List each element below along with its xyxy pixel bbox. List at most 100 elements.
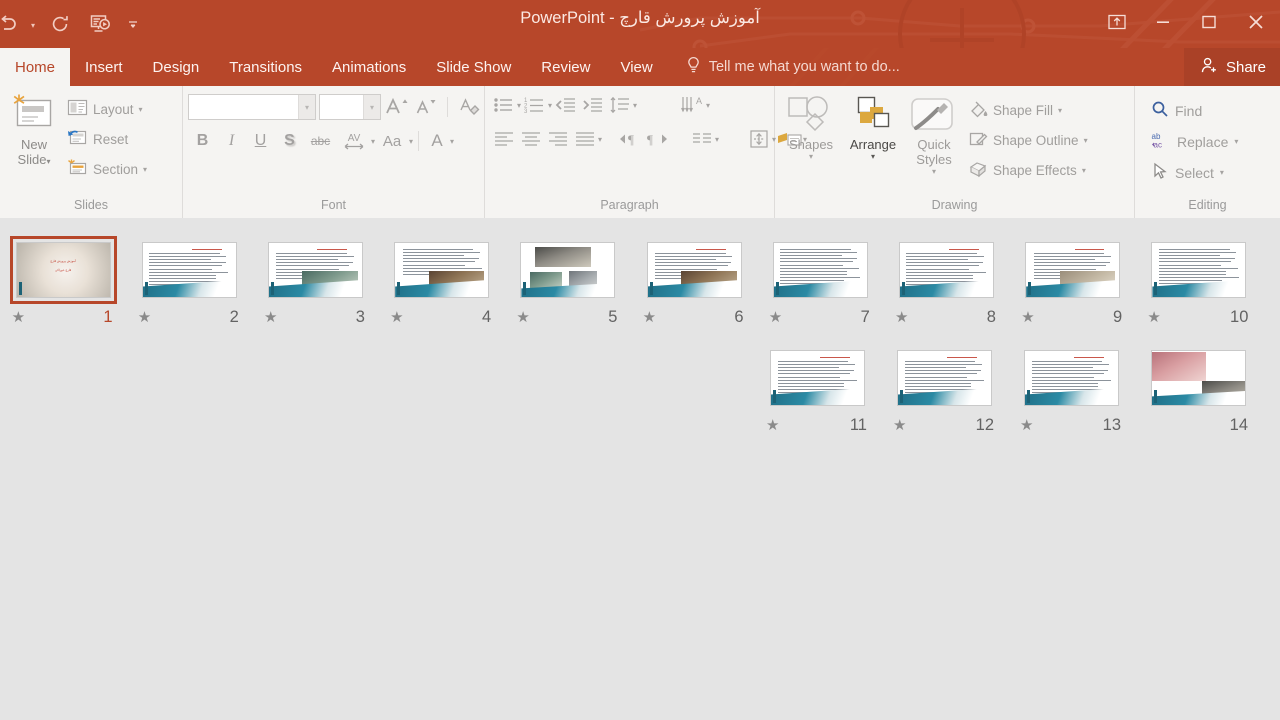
- slide-thumbnail-13[interactable]: ★ 13: [1008, 344, 1135, 438]
- font-name-input[interactable]: [189, 95, 298, 119]
- slide-thumbnail-9[interactable]: ★ 9: [1010, 236, 1136, 330]
- slide-preview[interactable]: [770, 350, 865, 406]
- share-button[interactable]: Share: [1183, 48, 1280, 86]
- bullets-icon[interactable]: [490, 90, 517, 120]
- slide-thumbnail-8[interactable]: ★ 8: [883, 236, 1009, 330]
- slide-thumbnail-frame[interactable]: [514, 236, 621, 304]
- tell-me-search-box[interactable]: Tell me what you want to do...: [668, 48, 900, 86]
- animation-star-icon[interactable]: ★: [766, 418, 779, 433]
- animation-star-icon[interactable]: ★: [1147, 310, 1160, 325]
- layout-button[interactable]: Layout ▾: [63, 94, 151, 124]
- slide-thumbnail-10[interactable]: ★ 10: [1136, 236, 1262, 330]
- clear-formatting-icon[interactable]: [456, 93, 482, 121]
- slide-preview[interactable]: آموزش پرورش قارچ قارچ خوراکی: [15, 242, 111, 298]
- slide-thumbnail-frame[interactable]: [1019, 236, 1126, 304]
- find-button[interactable]: Find: [1147, 95, 1242, 126]
- slide-preview[interactable]: [141, 242, 237, 298]
- slide-thumbnail-frame[interactable]: [764, 344, 871, 412]
- slide-preview[interactable]: [267, 242, 363, 298]
- quick-styles-button[interactable]: Quick Styles ▾: [904, 90, 964, 176]
- slide-preview[interactable]: [897, 350, 992, 406]
- slide-preview[interactable]: [1025, 242, 1121, 298]
- tab-design[interactable]: Design: [138, 48, 215, 86]
- slide-thumbnail-frame[interactable]: [388, 236, 495, 304]
- tab-review[interactable]: Review: [526, 48, 605, 86]
- align-right-icon[interactable]: [544, 124, 571, 154]
- slide-preview[interactable]: [898, 242, 994, 298]
- text-direction-caret-icon[interactable]: ▾: [706, 101, 710, 110]
- decrease-indent-icon[interactable]: [552, 90, 579, 120]
- align-text-icon[interactable]: [745, 124, 772, 154]
- slide-thumbnail-panel[interactable]: ★ 10 ★ 9 ★ 8 ★ 7 ★ 6 ★ 5 ★ 4 ★ 3 ★ 2 آموزش پرورش قارچ قارچ …: [0, 218, 1280, 720]
- numbering-icon[interactable]: 1 2 3: [521, 90, 548, 120]
- tab-transitions[interactable]: Transitions: [214, 48, 317, 86]
- increase-font-size-icon[interactable]: [384, 93, 410, 121]
- tab-insert[interactable]: Insert: [70, 48, 138, 86]
- align-center-icon[interactable]: [517, 124, 544, 154]
- line-spacing-caret-icon[interactable]: ▾: [633, 101, 637, 110]
- ribbon-display-options-icon[interactable]: [1094, 0, 1140, 44]
- slide-thumbnail-12[interactable]: ★ 12: [881, 344, 1008, 438]
- character-spacing-icon[interactable]: AV: [337, 126, 371, 156]
- replace-button[interactable]: ab ac Replace ▾: [1147, 126, 1242, 157]
- new-slide-button[interactable]: New Slide▾: [5, 90, 63, 169]
- font-size-input[interactable]: [320, 95, 363, 119]
- slide-preview[interactable]: [1151, 242, 1247, 298]
- font-name-combobox[interactable]: ▾: [188, 94, 316, 120]
- font-color-caret-icon[interactable]: ▾: [450, 137, 454, 146]
- animation-star-icon[interactable]: ★: [516, 310, 529, 325]
- select-button[interactable]: Select ▾: [1147, 157, 1242, 188]
- animation-star-icon[interactable]: ★: [1020, 418, 1033, 433]
- tab-home[interactable]: Home: [0, 48, 71, 86]
- font-name-chevron-down-icon[interactable]: ▾: [298, 95, 315, 119]
- slide-thumbnail-frame[interactable]: [136, 236, 243, 304]
- animation-star-icon[interactable]: ★: [390, 310, 403, 325]
- text-shadow-icon[interactable]: S: [275, 126, 304, 156]
- font-size-combobox[interactable]: ▾: [319, 94, 381, 120]
- slide-preview[interactable]: [772, 242, 868, 298]
- slide-thumbnail-frame[interactable]: [1145, 236, 1252, 304]
- slide-thumbnail-frame[interactable]: [262, 236, 369, 304]
- animation-star-icon[interactable]: ★: [264, 310, 277, 325]
- slide-thumbnail-4[interactable]: ★ 4: [379, 236, 505, 330]
- slide-preview[interactable]: [394, 242, 490, 298]
- slide-thumbnail-frame[interactable]: [891, 344, 998, 412]
- minimize-icon[interactable]: [1140, 0, 1186, 44]
- slide-thumbnail-6[interactable]: ★ 6: [631, 236, 757, 330]
- slide-thumbnail-5[interactable]: ★ 5: [505, 236, 631, 330]
- font-color-icon[interactable]: A: [424, 126, 450, 156]
- ltr-text-direction-icon[interactable]: ¶: [616, 124, 643, 154]
- slide-preview[interactable]: [520, 242, 616, 298]
- slide-thumbnail-frame[interactable]: [1018, 344, 1125, 412]
- bold-icon[interactable]: B: [188, 126, 217, 156]
- slide-thumbnail-14[interactable]: ★14: [1135, 344, 1262, 438]
- section-button[interactable]: Section ▾: [63, 154, 151, 184]
- tab-view[interactable]: View: [605, 48, 667, 86]
- animation-star-icon[interactable]: ★: [12, 310, 25, 325]
- italic-icon[interactable]: I: [217, 126, 246, 156]
- columns-caret-icon[interactable]: ▾: [715, 135, 719, 144]
- font-size-chevron-down-icon[interactable]: ▾: [363, 95, 380, 119]
- slide-thumbnail-frame[interactable]: [641, 236, 748, 304]
- slide-thumbnail-frame[interactable]: [767, 236, 874, 304]
- align-left-icon[interactable]: [490, 124, 517, 154]
- reset-button[interactable]: Reset: [63, 124, 151, 154]
- justify-icon[interactable]: [571, 124, 598, 154]
- slide-thumbnail-frame[interactable]: [893, 236, 1000, 304]
- close-icon[interactable]: [1232, 0, 1280, 44]
- columns-icon[interactable]: [688, 124, 715, 154]
- animation-star-icon[interactable]: ★: [643, 310, 656, 325]
- shape-outline-button[interactable]: Shape Outline ▾: [964, 125, 1092, 155]
- slide-preview[interactable]: [1151, 350, 1246, 406]
- shape-fill-button[interactable]: Shape Fill ▾: [964, 95, 1092, 125]
- animation-star-icon[interactable]: ★: [138, 310, 151, 325]
- tab-slide-show[interactable]: Slide Show: [421, 48, 526, 86]
- slide-thumbnail-2[interactable]: ★ 2: [126, 236, 252, 330]
- animation-star-icon[interactable]: ★: [769, 310, 782, 325]
- shape-effects-button[interactable]: Shape Effects ▾: [964, 155, 1092, 185]
- change-case-icon[interactable]: Aa: [375, 126, 409, 156]
- underline-icon[interactable]: U: [246, 126, 275, 156]
- animation-star-icon[interactable]: ★: [893, 418, 906, 433]
- slide-preview[interactable]: [1024, 350, 1119, 406]
- line-spacing-icon[interactable]: [606, 90, 633, 120]
